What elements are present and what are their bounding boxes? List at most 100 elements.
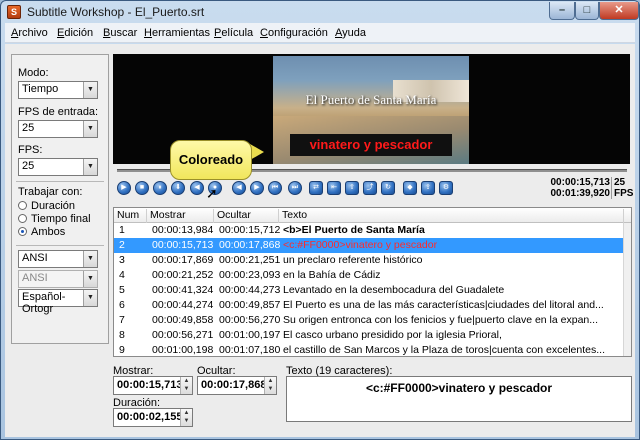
download-icon[interactable]: ⬇ xyxy=(171,181,185,195)
cell-num: 8 xyxy=(119,329,125,341)
chevron-down-icon[interactable]: ▼ xyxy=(83,159,97,175)
fps-input-label: FPS de entrada: xyxy=(18,106,99,118)
table-row[interactable]: 3 00:00:17,869 00:00:21,251 un preclaro ref… xyxy=(114,253,624,268)
language-select[interactable]: Español-Ortogr ▼ xyxy=(18,289,98,315)
mode-label: Modo: xyxy=(18,67,49,79)
menu-edicion[interactable]: Edición xyxy=(57,27,93,39)
radio-label: Ambos xyxy=(31,226,66,238)
table-row[interactable]: 2 00:00:15,713 00:00:17,868 <c:#FF0000>vina… xyxy=(114,238,624,253)
table-row[interactable]: 9 00:01:00,198 00:01:07,180 el castillo de … xyxy=(114,343,624,356)
show-time-field[interactable]: 00:00:15,713 ▲ ▼ xyxy=(113,376,193,395)
language-value: Español-Ortogr xyxy=(22,291,66,315)
fps-unit: FPS xyxy=(614,188,634,199)
next-icon[interactable]: ⏭ xyxy=(288,181,302,195)
app-window: S Subtitle Workshop - El_Puerto.srt – □ … xyxy=(0,0,640,440)
menu-ayuda[interactable]: Ayuda xyxy=(335,27,366,39)
export-icon[interactable]: ⇪ xyxy=(421,181,435,195)
cell-text: un preclaro referente histórico xyxy=(283,254,423,266)
mouse-cursor-icon: ➚ xyxy=(206,185,218,201)
fps-label: FPS: xyxy=(18,144,43,156)
back-icon[interactable]: ◀ xyxy=(232,181,246,195)
table-row[interactable]: 6 00:00:44,274 00:00:49,857 El Puerto es un… xyxy=(114,298,624,313)
prev-icon[interactable]: ⏮ xyxy=(268,181,282,195)
chevron-down-icon[interactable]: ▼ xyxy=(83,82,97,98)
align-icon[interactable]: ⇤ xyxy=(327,181,341,195)
chevron-down-icon[interactable]: ▼ xyxy=(83,251,97,267)
sync-icon[interactable]: ↻ xyxy=(381,181,395,195)
mode-select[interactable]: Tiempo ▼ xyxy=(18,81,98,99)
column-header-text[interactable]: Texto xyxy=(279,209,624,223)
chevron-down-icon[interactable]: ▼ xyxy=(83,121,97,137)
cell-show: 00:00:44,274 xyxy=(152,299,214,311)
cell-show: 00:00:49,858 xyxy=(152,314,214,326)
table-row[interactable]: 4 00:00:21,252 00:00:23,093 en la Bahía de … xyxy=(114,268,624,283)
menu-buscar[interactable]: Buscar xyxy=(103,27,137,39)
hide-time-field[interactable]: 00:00:17,868 ▲ ▼ xyxy=(197,376,277,395)
cell-text: El Puerto es una de las más característi… xyxy=(283,299,604,311)
divider xyxy=(16,181,104,182)
upload-icon[interactable]: ⇧ xyxy=(345,181,359,195)
column-header-hide[interactable]: Ocultar xyxy=(214,209,279,223)
cell-hide: 00:00:44,273 xyxy=(219,284,281,296)
pause-icon[interactable]: ⏸ xyxy=(153,181,167,195)
menu-herramientas[interactable]: Herramientas xyxy=(144,27,210,39)
close-button[interactable]: ✕ xyxy=(599,2,639,20)
column-header-show[interactable]: Mostrar xyxy=(147,209,214,223)
radio-ambos[interactable]: Ambos xyxy=(18,226,65,238)
fps-input-select[interactable]: 25 ▼ xyxy=(18,120,98,138)
mark-icon[interactable]: ◆ xyxy=(403,181,417,195)
radio-duracion[interactable]: Duración xyxy=(18,200,75,212)
charset-select[interactable]: ANSI ▼ xyxy=(18,250,98,268)
cell-text: Levantado en la desembocadura del Guadal… xyxy=(283,284,505,296)
table-row[interactable]: 7 00:00:49,858 00:00:56,270 Su origen entro… xyxy=(114,313,624,328)
maximize-button[interactable]: □ xyxy=(575,2,599,20)
title-bar[interactable]: S Subtitle Workshop - El_Puerto.srt – □ … xyxy=(1,1,639,23)
cell-show: 00:00:13,984 xyxy=(152,224,214,236)
table-header: Num Mostrar Ocultar Texto xyxy=(114,208,631,223)
fps-value: 25 xyxy=(22,160,35,172)
settings-icon[interactable]: ⚙ xyxy=(439,181,453,195)
spinner-icon[interactable]: ▲ ▼ xyxy=(180,409,192,426)
play-icon[interactable]: ▶ xyxy=(117,181,131,195)
stop-icon[interactable]: ■ xyxy=(135,181,149,195)
jump-icon[interactable]: ⤴ xyxy=(363,181,377,195)
table-scrollbar[interactable] xyxy=(623,223,631,356)
loop-icon[interactable]: ⇄ xyxy=(309,181,323,195)
cell-hide: 00:00:21,251 xyxy=(219,254,281,266)
radio-tiempo-final[interactable]: Tiempo final xyxy=(18,213,91,225)
chevron-down-icon[interactable]: ▼ xyxy=(83,290,97,306)
cell-num: 9 xyxy=(119,344,125,356)
minimize-button[interactable]: – xyxy=(549,2,575,20)
fps-select[interactable]: 25 ▼ xyxy=(18,158,98,176)
radio-icon xyxy=(18,201,27,210)
duration-value: 00:00:02,155 xyxy=(117,411,183,423)
menu-archivo[interactable]: Archivo xyxy=(11,27,48,39)
settings-panel: Modo: Tiempo ▼ FPS de entrada: 25 ▼ FPS:… xyxy=(11,54,109,344)
cell-hide: 00:00:56,270 xyxy=(219,314,281,326)
menu-configuracion[interactable]: Configuración xyxy=(260,27,328,39)
radio-icon xyxy=(18,214,27,223)
duration-field[interactable]: 00:00:02,155 ▲ ▼ xyxy=(113,408,193,427)
forward-icon[interactable]: ▶ xyxy=(250,181,264,195)
spinner-icon[interactable]: ▲ ▼ xyxy=(180,377,192,394)
fps-number: 25 xyxy=(614,177,626,188)
table-row[interactable]: 1 00:00:13,984 00:00:15,712 <b>El Puerto de… xyxy=(114,223,624,238)
table-row[interactable]: 5 00:00:41,324 00:00:44,273 Levantado en la… xyxy=(114,283,624,298)
column-header-num[interactable]: Num xyxy=(114,209,147,223)
radio-label: Tiempo final xyxy=(31,213,91,225)
cell-num: 1 xyxy=(119,224,125,236)
cell-hide: 00:01:07,180 xyxy=(219,344,281,356)
cell-text: El casco urbano presidido por la iglesia… xyxy=(283,329,502,341)
cell-num: 5 xyxy=(119,284,125,296)
video-caption-title: El Puerto de Santa María xyxy=(305,92,437,107)
total-time: 00:01:39,920 xyxy=(550,188,611,199)
spinner-icon[interactable]: ▲ ▼ xyxy=(264,377,276,394)
table-row[interactable]: 8 00:00:56,271 00:01:00,197 El casco urbano… xyxy=(114,328,624,343)
playback-toolbar: ▶ ■ ⏸ ⬇ ◀ ● ◀ ▶ ⏮ ⏭ ⇄ ⇤ ⇧ ⤴ ↻ ◆ ⇪ ⚙ xyxy=(113,179,533,199)
tooltip: Coloreado xyxy=(170,140,252,180)
cell-text: Su origen entronca con los fenicios y fu… xyxy=(283,314,599,326)
subtitle-text-editor[interactable]: <c:#FF0000>vinatero y pescador xyxy=(286,376,632,422)
menu-pelicula[interactable]: Película xyxy=(214,27,253,39)
rewind-icon[interactable]: ◀ xyxy=(190,181,204,195)
cell-show: 00:00:15,713 xyxy=(152,239,214,251)
